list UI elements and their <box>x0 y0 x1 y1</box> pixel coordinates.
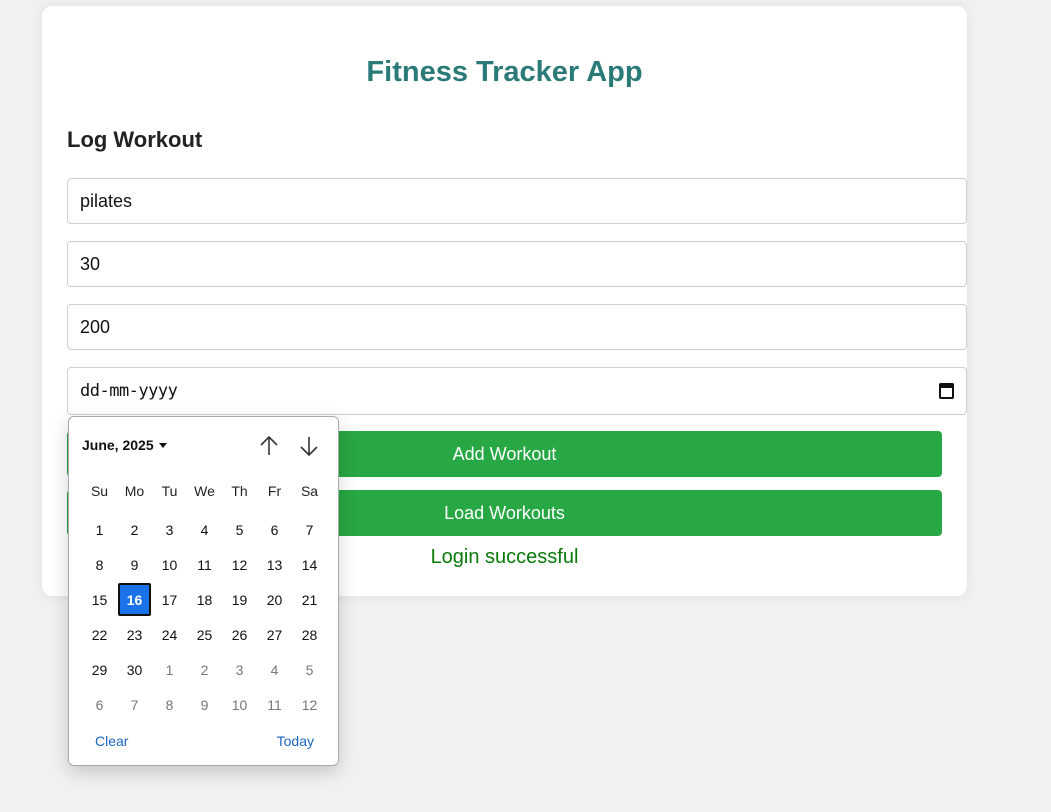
calendar-day[interactable]: 30 <box>117 652 152 687</box>
calendar-day[interactable]: 6 <box>257 512 292 547</box>
calendar-day[interactable]: 17 <box>152 582 187 617</box>
calendar-day[interactable]: 28 <box>292 617 327 652</box>
calendar-day[interactable]: 2 <box>187 652 222 687</box>
calendar-day[interactable]: 8 <box>82 547 117 582</box>
calendar-day[interactable]: 20 <box>257 582 292 617</box>
date-picker-popup: June, 2025 Su Mo Tu We Th Fr Sa 1 2 3 4 5 6 7 8 9 10 11 12… <box>68 416 339 766</box>
calendar-day[interactable]: 27 <box>257 617 292 652</box>
calendar-day[interactable]: 29 <box>82 652 117 687</box>
calendar-day[interactable]: 10 <box>152 547 187 582</box>
calendar-day[interactable]: 19 <box>222 582 257 617</box>
calendar-day[interactable]: 13 <box>257 547 292 582</box>
calendar-icon[interactable] <box>939 383 954 399</box>
date-placeholder: dd-mm-yyyy <box>80 381 178 401</box>
calendar-day[interactable]: 3 <box>222 652 257 687</box>
picker-footer: Clear Today <box>69 731 340 753</box>
app-title: Fitness Tracker App <box>366 56 643 88</box>
arrow-up-icon[interactable] <box>256 433 282 459</box>
calendar-day[interactable]: 11 <box>187 547 222 582</box>
calendar-day[interactable]: 15 <box>82 582 117 617</box>
caret-down-icon <box>158 442 167 448</box>
calendar-day-selected[interactable]: 16 <box>118 583 151 616</box>
calendar-day[interactable]: 1 <box>82 512 117 547</box>
calendar-day[interactable]: 22 <box>82 617 117 652</box>
calendar-day[interactable]: 4 <box>257 652 292 687</box>
date-input[interactable]: dd-mm-yyyy <box>67 367 967 415</box>
arrow-down-icon[interactable] <box>296 433 322 459</box>
weekday-header: We <box>194 483 215 499</box>
calendar-day[interactable]: 5 <box>292 652 327 687</box>
today-button[interactable]: Today <box>277 733 314 749</box>
weekday-header: Su <box>90 483 109 499</box>
calendar-day[interactable]: 1 <box>152 652 187 687</box>
clear-button[interactable]: Clear <box>95 733 128 749</box>
month-year-selector[interactable]: June, 2025 <box>82 437 167 453</box>
weekday-header: Mo <box>124 483 145 499</box>
calendar-day[interactable]: 8 <box>152 687 187 722</box>
calendar-day[interactable]: 4 <box>187 512 222 547</box>
calendar-day[interactable]: 12 <box>222 547 257 582</box>
calories-input[interactable]: 200 <box>67 304 967 350</box>
weekday-header: Tu <box>161 483 178 499</box>
calendar-day[interactable]: 23 <box>117 617 152 652</box>
duration-input[interactable]: 30 <box>67 241 967 287</box>
log-workout-heading: Log Workout <box>67 127 203 152</box>
calendar-day[interactable]: 9 <box>187 687 222 722</box>
calendar-day[interactable]: 21 <box>292 582 327 617</box>
calendar-day[interactable]: 6 <box>82 687 117 722</box>
calendar-grid: Su Mo Tu We Th Fr Sa 1 2 3 4 5 6 7 8 9 10 11 12 13 14 15 16 17 1… <box>82 477 327 722</box>
duration-value: 30 <box>80 253 101 274</box>
calories-value: 200 <box>80 316 111 337</box>
calendar-day[interactable]: 26 <box>222 617 257 652</box>
calendar-day[interactable]: 5 <box>222 512 257 547</box>
calendar-day[interactable]: 10 <box>222 687 257 722</box>
calendar-day[interactable]: 2 <box>117 512 152 547</box>
workout-type-value: pilates <box>80 190 133 211</box>
weekday-header: Th <box>231 483 248 499</box>
calendar-day[interactable]: 3 <box>152 512 187 547</box>
calendar-day[interactable]: 25 <box>187 617 222 652</box>
calendar-day[interactable]: 14 <box>292 547 327 582</box>
weekday-header: Sa <box>300 483 319 499</box>
month-year-label: June, 2025 <box>82 437 154 453</box>
calendar-day[interactable]: 7 <box>292 512 327 547</box>
weekday-header: Fr <box>267 483 282 499</box>
calendar-day[interactable]: 18 <box>187 582 222 617</box>
calendar-day[interactable]: 9 <box>117 547 152 582</box>
calendar-day[interactable]: 7 <box>117 687 152 722</box>
calendar-day[interactable]: 24 <box>152 617 187 652</box>
calendar-day[interactable]: 12 <box>292 687 327 722</box>
workout-type-input[interactable]: pilates <box>67 178 967 224</box>
calendar-day[interactable]: 11 <box>257 687 292 722</box>
